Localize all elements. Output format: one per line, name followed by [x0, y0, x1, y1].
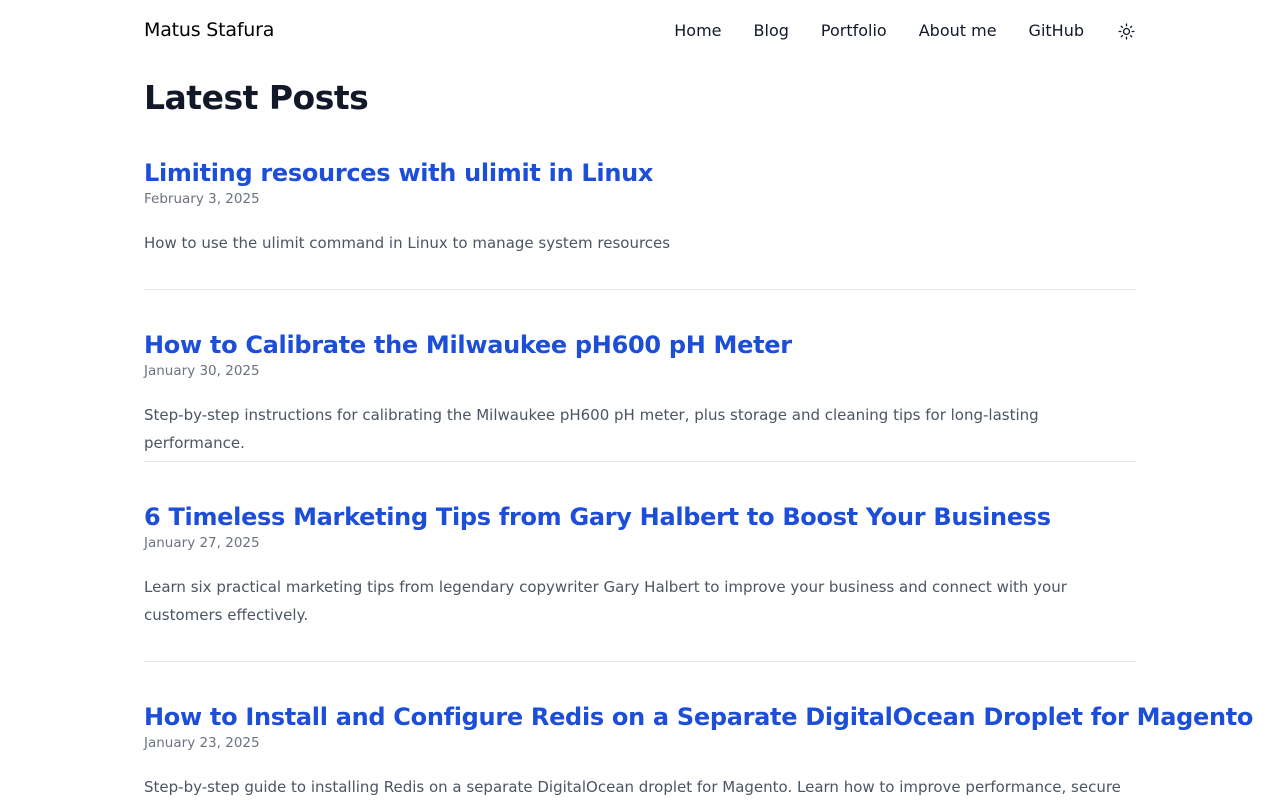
sun-icon	[1117, 22, 1135, 40]
page-title: Latest Posts	[144, 78, 369, 117]
site-header: Matus Stafura Home Blog Portfolio About …	[144, 0, 1136, 60]
post-item: How to Install and Configure Redis on a …	[144, 702, 1253, 800]
nav-link-home[interactable]: Home	[674, 21, 721, 41]
nav-link-about[interactable]: About me	[919, 21, 997, 41]
post-date: January 27, 2025	[144, 535, 260, 551]
theme-toggle-button[interactable]	[1116, 21, 1136, 41]
post-date: January 23, 2025	[144, 735, 260, 751]
post-divider	[144, 289, 1136, 290]
page: Matus Stafura Home Blog Portfolio About …	[0, 0, 1280, 800]
post-item: 6 Timeless Marketing Tips from Gary Halb…	[144, 502, 1136, 629]
post-title-link[interactable]: 6 Timeless Marketing Tips from Gary Halb…	[144, 502, 1136, 532]
site-title-link[interactable]: Matus Stafura	[144, 18, 274, 42]
post-item: Limiting resources with ulimit in Linux …	[144, 158, 1136, 257]
post-divider	[144, 661, 1136, 662]
post-description: Step-by-step instructions for calibratin…	[144, 406, 1039, 452]
post-title-link[interactable]: Limiting resources with ulimit in Linux	[144, 158, 1136, 188]
post-title-link[interactable]: How to Install and Configure Redis on a …	[144, 702, 1253, 732]
post-item: How to Calibrate the Milwaukee pH600 pH …	[144, 330, 1136, 457]
nav-link-github[interactable]: GitHub	[1029, 21, 1084, 41]
post-title-link[interactable]: How to Calibrate the Milwaukee pH600 pH …	[144, 330, 1136, 360]
content-container: Matus Stafura Home Blog Portfolio About …	[144, 0, 1253, 796]
post-divider	[144, 461, 1136, 462]
post-description: Learn six practical marketing tips from …	[144, 578, 1067, 624]
nav-link-blog[interactable]: Blog	[754, 21, 789, 41]
nav-link-portfolio[interactable]: Portfolio	[821, 21, 887, 41]
post-date: February 3, 2025	[144, 191, 260, 207]
main-nav: Home Blog Portfolio About me GitHub	[674, 20, 1136, 42]
post-description: Step-by-step guide to installing Redis o…	[144, 778, 1121, 796]
post-description: How to use the ulimit command in Linux t…	[144, 234, 671, 252]
post-date: January 30, 2025	[144, 363, 260, 379]
